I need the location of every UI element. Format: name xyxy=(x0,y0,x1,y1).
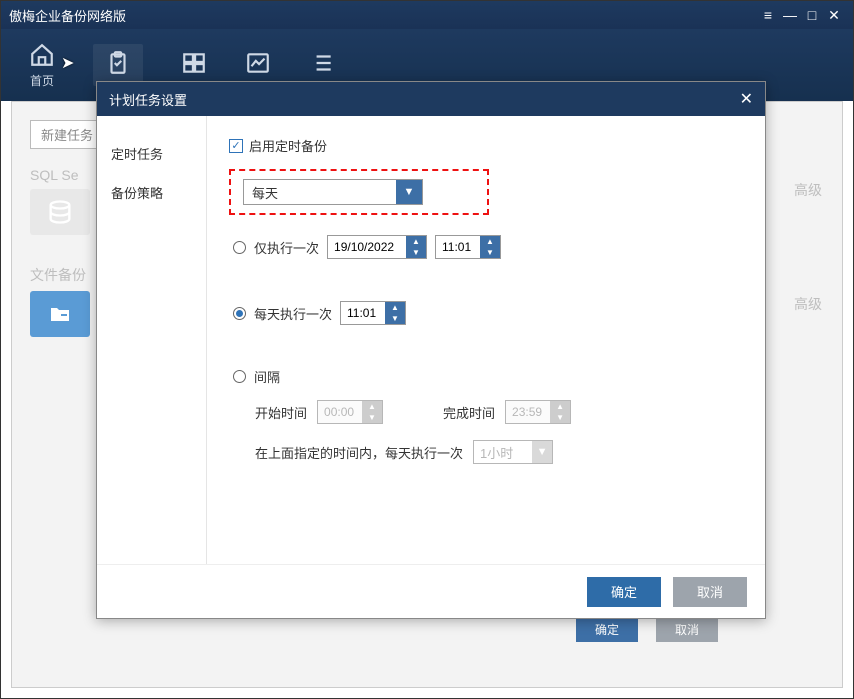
spin-down-icon[interactable]: ▼ xyxy=(385,313,405,324)
list-icon[interactable]: ≡ xyxy=(757,7,779,23)
once-time-field[interactable] xyxy=(436,236,480,258)
app-title: 傲梅企业备份网络版 xyxy=(9,6,126,25)
nav-home[interactable]: 首页 xyxy=(29,42,55,89)
interval-repeat-select: 1小时 ▼ xyxy=(473,440,553,464)
minimize-icon[interactable]: — xyxy=(779,7,801,23)
interval-label: 间隔 xyxy=(254,367,280,386)
spin-up-icon[interactable]: ▲ xyxy=(480,236,500,247)
radio-icon xyxy=(233,241,246,254)
ok-button[interactable]: 确定 xyxy=(587,577,661,607)
frequency-select[interactable]: 每天 ▼ xyxy=(243,179,423,205)
sidebar-item-policy[interactable]: 备份策略 xyxy=(97,173,206,212)
modal-footer: 确定 取消 xyxy=(97,564,765,618)
chevron-down-icon: ▼ xyxy=(396,180,422,204)
bg-cancel-button[interactable]: 取消 xyxy=(656,616,718,642)
interval-repeat-label: 在上面指定的时间内，每天执行一次 xyxy=(255,443,463,462)
cancel-button[interactable]: 取消 xyxy=(673,577,747,607)
sidebar-item-schedule[interactable]: 定时任务 xyxy=(97,134,206,173)
enable-schedule-label: 启用定时备份 xyxy=(249,136,327,155)
interval-subsection: 开始时间 ▲▼ 完成时间 ▲▼ 在上面指定的时间内，每天执行一次 1 xyxy=(255,400,743,464)
list-lines-icon xyxy=(309,50,335,80)
spin-up-icon: ▲ xyxy=(550,401,570,412)
daily-label: 每天执行一次 xyxy=(254,304,332,323)
advanced-link-2[interactable]: 高级 xyxy=(794,294,822,314)
frequency-highlight: 每天 ▼ xyxy=(229,169,489,215)
radio-icon xyxy=(233,370,246,383)
once-label: 仅执行一次 xyxy=(254,238,319,257)
interval-start-label: 开始时间 xyxy=(255,403,307,422)
nav-monitor[interactable] xyxy=(245,50,271,80)
interval-start-input: ▲▼ xyxy=(317,400,383,424)
chevron-down-icon: ▼ xyxy=(532,441,552,463)
titlebar: 傲梅企业备份网络版 ≡ — □ ✕ xyxy=(1,1,853,29)
spin-up-icon[interactable]: ▲ xyxy=(406,236,426,247)
spin-down-icon: ▼ xyxy=(550,412,570,423)
modal-sidebar: 定时任务 备份策略 xyxy=(97,116,207,564)
spin-up-icon[interactable]: ▲ xyxy=(385,302,405,313)
nav-tasks[interactable] xyxy=(93,44,143,86)
sql-card[interactable] xyxy=(30,189,90,235)
interval-end-label: 完成时间 xyxy=(443,403,495,422)
radio-checked-icon xyxy=(233,307,246,320)
file-card[interactable] xyxy=(30,291,90,337)
clipboard-icon xyxy=(105,50,131,80)
modal-title-text: 计划任务设置 xyxy=(109,90,187,109)
background-footer: 确定 取消 xyxy=(576,616,718,642)
once-date-input[interactable]: ▲▼ xyxy=(327,235,427,259)
enable-schedule-checkbox[interactable]: ✓ 启用定时备份 xyxy=(229,136,743,155)
home-icon xyxy=(29,42,55,72)
daily-time-input[interactable]: ▲▼ xyxy=(340,301,406,325)
chart-icon xyxy=(245,50,271,80)
spin-up-icon: ▲ xyxy=(362,401,382,412)
new-task-button[interactable]: 新建任务 xyxy=(30,120,104,149)
modal-close-icon[interactable]: ✕ xyxy=(740,89,753,109)
schedule-settings-modal: 计划任务设置 ✕ 定时任务 备份策略 ✓ 启用定时备份 每天 ▼ 仅执行一次 xyxy=(96,81,766,619)
interval-repeat-value: 1小时 xyxy=(474,441,532,463)
close-icon[interactable]: ✕ xyxy=(823,7,845,24)
maximize-icon[interactable]: □ xyxy=(801,7,823,23)
interval-end-field xyxy=(506,401,550,423)
bg-ok-button[interactable]: 确定 xyxy=(576,616,638,642)
check-icon: ✓ xyxy=(229,139,243,153)
advanced-link-1[interactable]: 高级 xyxy=(794,180,822,200)
nav-system[interactable] xyxy=(181,50,207,80)
spin-down-icon[interactable]: ▼ xyxy=(480,247,500,258)
spin-down-icon: ▼ xyxy=(362,412,382,423)
modal-main: ✓ 启用定时备份 每天 ▼ 仅执行一次 ▲▼ ▲▼ xyxy=(207,116,765,564)
daily-time-field[interactable] xyxy=(341,302,385,324)
windows-icon xyxy=(181,50,207,80)
once-option[interactable]: 仅执行一次 ▲▼ ▲▼ xyxy=(233,235,743,259)
nav-home-label: 首页 xyxy=(30,72,54,89)
nav-logs[interactable] xyxy=(309,50,335,80)
frequency-value: 每天 xyxy=(244,180,396,204)
once-time-input[interactable]: ▲▼ xyxy=(435,235,501,259)
spin-down-icon[interactable]: ▼ xyxy=(406,247,426,258)
interval-option[interactable]: 间隔 xyxy=(233,367,743,386)
daily-option[interactable]: 每天执行一次 ▲▼ xyxy=(233,301,743,325)
modal-titlebar: 计划任务设置 ✕ xyxy=(97,82,765,116)
once-date-field[interactable] xyxy=(328,236,406,258)
interval-start-field xyxy=(318,401,362,423)
interval-end-input: ▲▼ xyxy=(505,400,571,424)
